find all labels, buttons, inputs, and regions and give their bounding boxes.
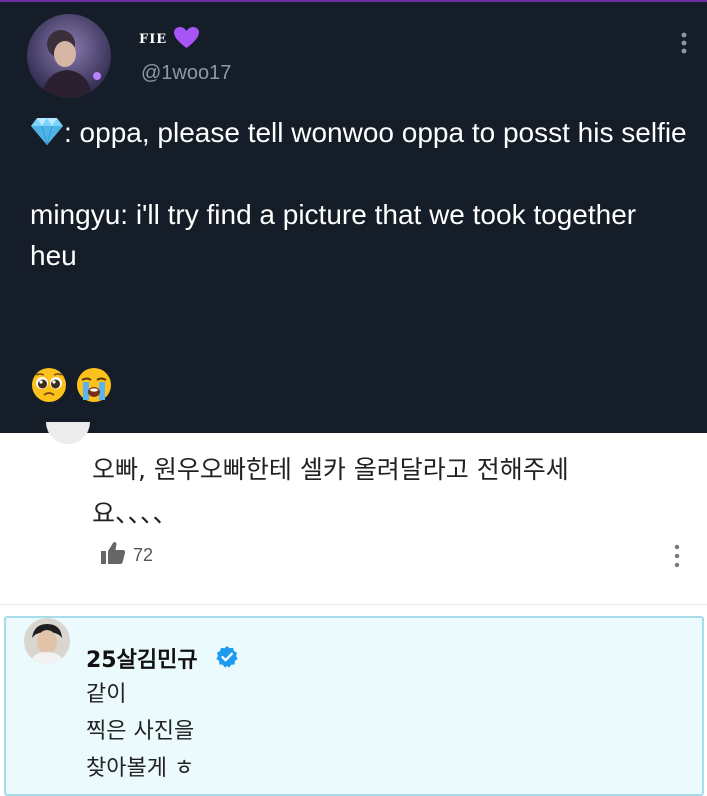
reply-line: 찾아볼게 ㅎ — [86, 756, 195, 781]
tweet-body-line-1-text: : oppa, please tell wonwoo oppa to posst… — [64, 117, 687, 148]
pleading-face-icon — [32, 368, 66, 402]
more-vertical-icon[interactable] — [679, 32, 689, 54]
reply-avatar[interactable] — [24, 618, 70, 664]
tweet-card: FIE @1woo17 : oppa, please tell wonwoo o… — [0, 0, 707, 433]
reply-line: 같이 — [86, 682, 127, 707]
emoji-row — [30, 366, 115, 404]
tweet-body: : oppa, please tell wonwoo oppa to posst… — [30, 112, 690, 276]
commenter-avatar[interactable] — [46, 422, 90, 444]
like-count: 72 — [133, 545, 154, 565]
loudly-crying-face-icon — [77, 368, 112, 402]
reply-author-name[interactable]: 25살김민규 — [86, 642, 198, 674]
verified-icon — [215, 645, 239, 669]
purple-heart-icon — [173, 26, 200, 50]
tweet-body-line-1: : oppa, please tell wonwoo oppa to posst… — [30, 112, 690, 153]
display-name[interactable]: FIE — [139, 32, 167, 47]
more-vertical-icon[interactable] — [673, 544, 681, 568]
tweet-body-line-2: mingyu: i'll try find a picture that we … — [30, 199, 644, 271]
divider — [0, 604, 707, 605]
gem-stone-icon — [30, 116, 64, 146]
thumbs-up-icon[interactable] — [100, 540, 126, 566]
user-handle[interactable]: @1woo17 — [141, 62, 231, 85]
comment-text: 오빠, 원우오빠한테 셀카 올려달라고 전해주세요、、、、 — [92, 455, 569, 528]
user-avatar[interactable] — [27, 14, 111, 98]
reply-text: 같이 찍은 사진을 찾아볼게 ㅎ — [86, 676, 194, 787]
reply-line: 찍은 사진을 — [86, 719, 195, 744]
